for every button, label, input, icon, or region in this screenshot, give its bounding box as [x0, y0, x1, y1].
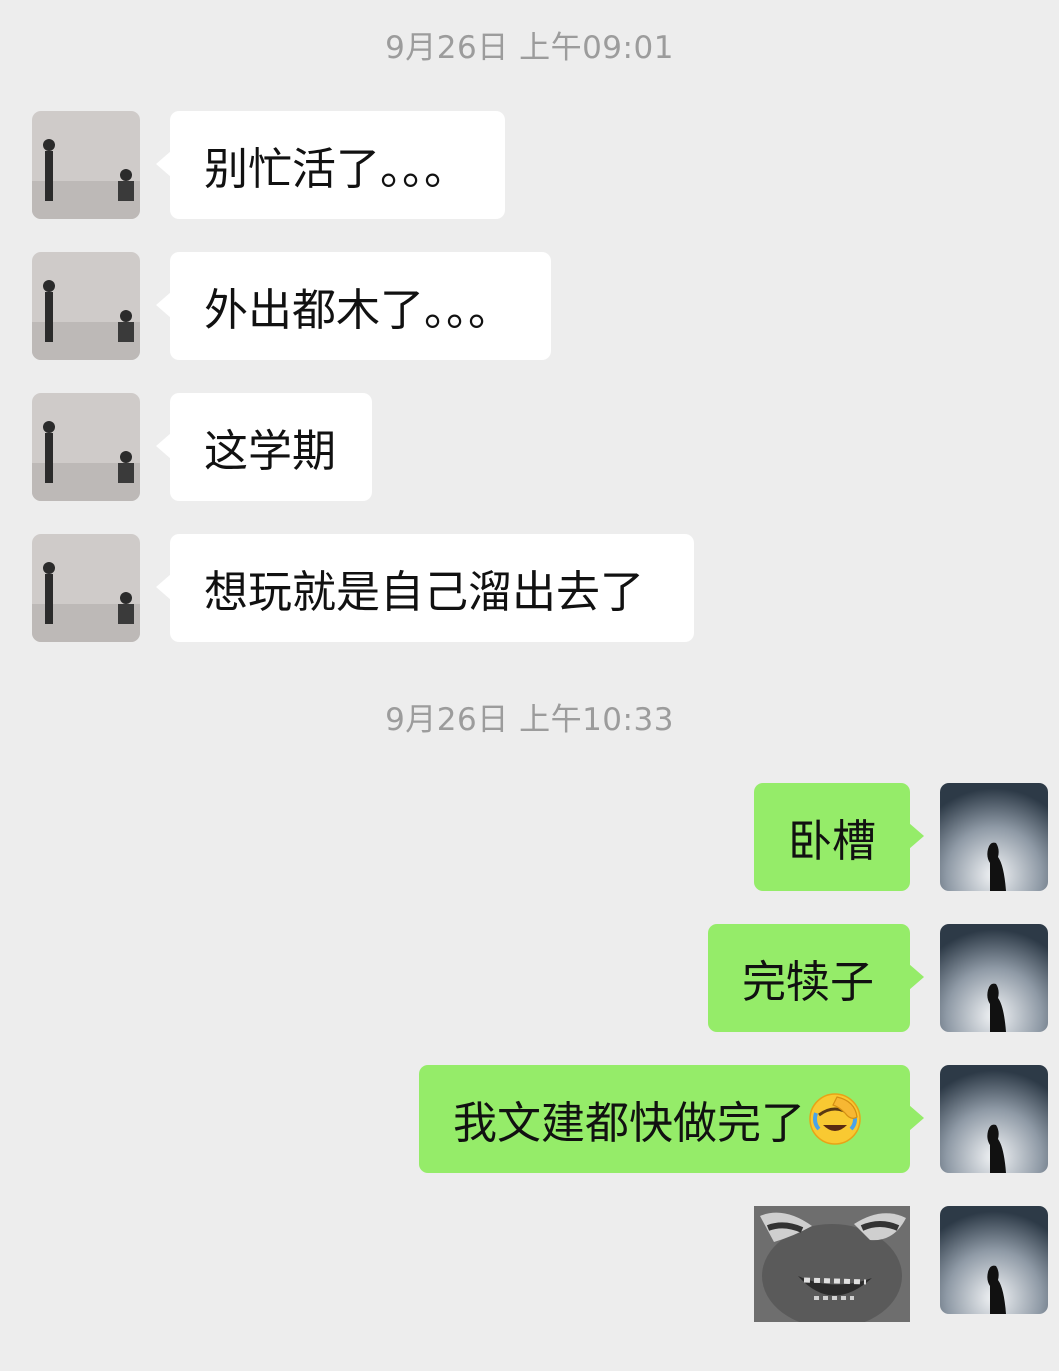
- contact-avatar[interactable]: [32, 534, 140, 642]
- outgoing-message-bubble[interactable]: 完犊子: [708, 924, 924, 1032]
- meme-face-sticker[interactable]: [754, 1206, 910, 1322]
- message-text: 想玩就是自己溜出去了: [204, 567, 644, 618]
- incoming-message-bubble[interactable]: 想玩就是自己溜出去了: [156, 534, 694, 642]
- my-avatar[interactable]: [940, 1206, 1048, 1314]
- incoming-message-bubble[interactable]: 别忙活了。。。: [156, 111, 505, 219]
- contact-avatar[interactable]: [32, 252, 140, 360]
- outgoing-message-bubble[interactable]: 卧槽: [754, 783, 924, 891]
- message-text: 外出都木了。。。: [204, 285, 512, 336]
- message-text: 完犊子: [742, 957, 874, 1008]
- message-text: 卧槽: [788, 816, 876, 867]
- contact-avatar[interactable]: [32, 111, 140, 219]
- my-avatar[interactable]: [940, 1065, 1048, 1173]
- facepalm-laugh-emoji-icon: [807, 1091, 863, 1147]
- message-text: 我文建都快做完了: [453, 1098, 805, 1149]
- timestamp: 9月26日 上午10:33: [385, 702, 674, 738]
- incoming-message-bubble[interactable]: 这学期: [156, 393, 372, 501]
- message-text: 这学期: [204, 426, 336, 477]
- my-avatar[interactable]: [940, 924, 1048, 1032]
- incoming-message-bubble[interactable]: 外出都木了。。。: [156, 252, 551, 360]
- timestamp: 9月26日 上午09:01: [385, 30, 674, 66]
- message-text: 别忙活了。。。: [204, 144, 468, 195]
- my-avatar[interactable]: [940, 783, 1048, 891]
- contact-avatar[interactable]: [32, 393, 140, 501]
- outgoing-message-bubble[interactable]: 我文建都快做完了: [419, 1065, 924, 1173]
